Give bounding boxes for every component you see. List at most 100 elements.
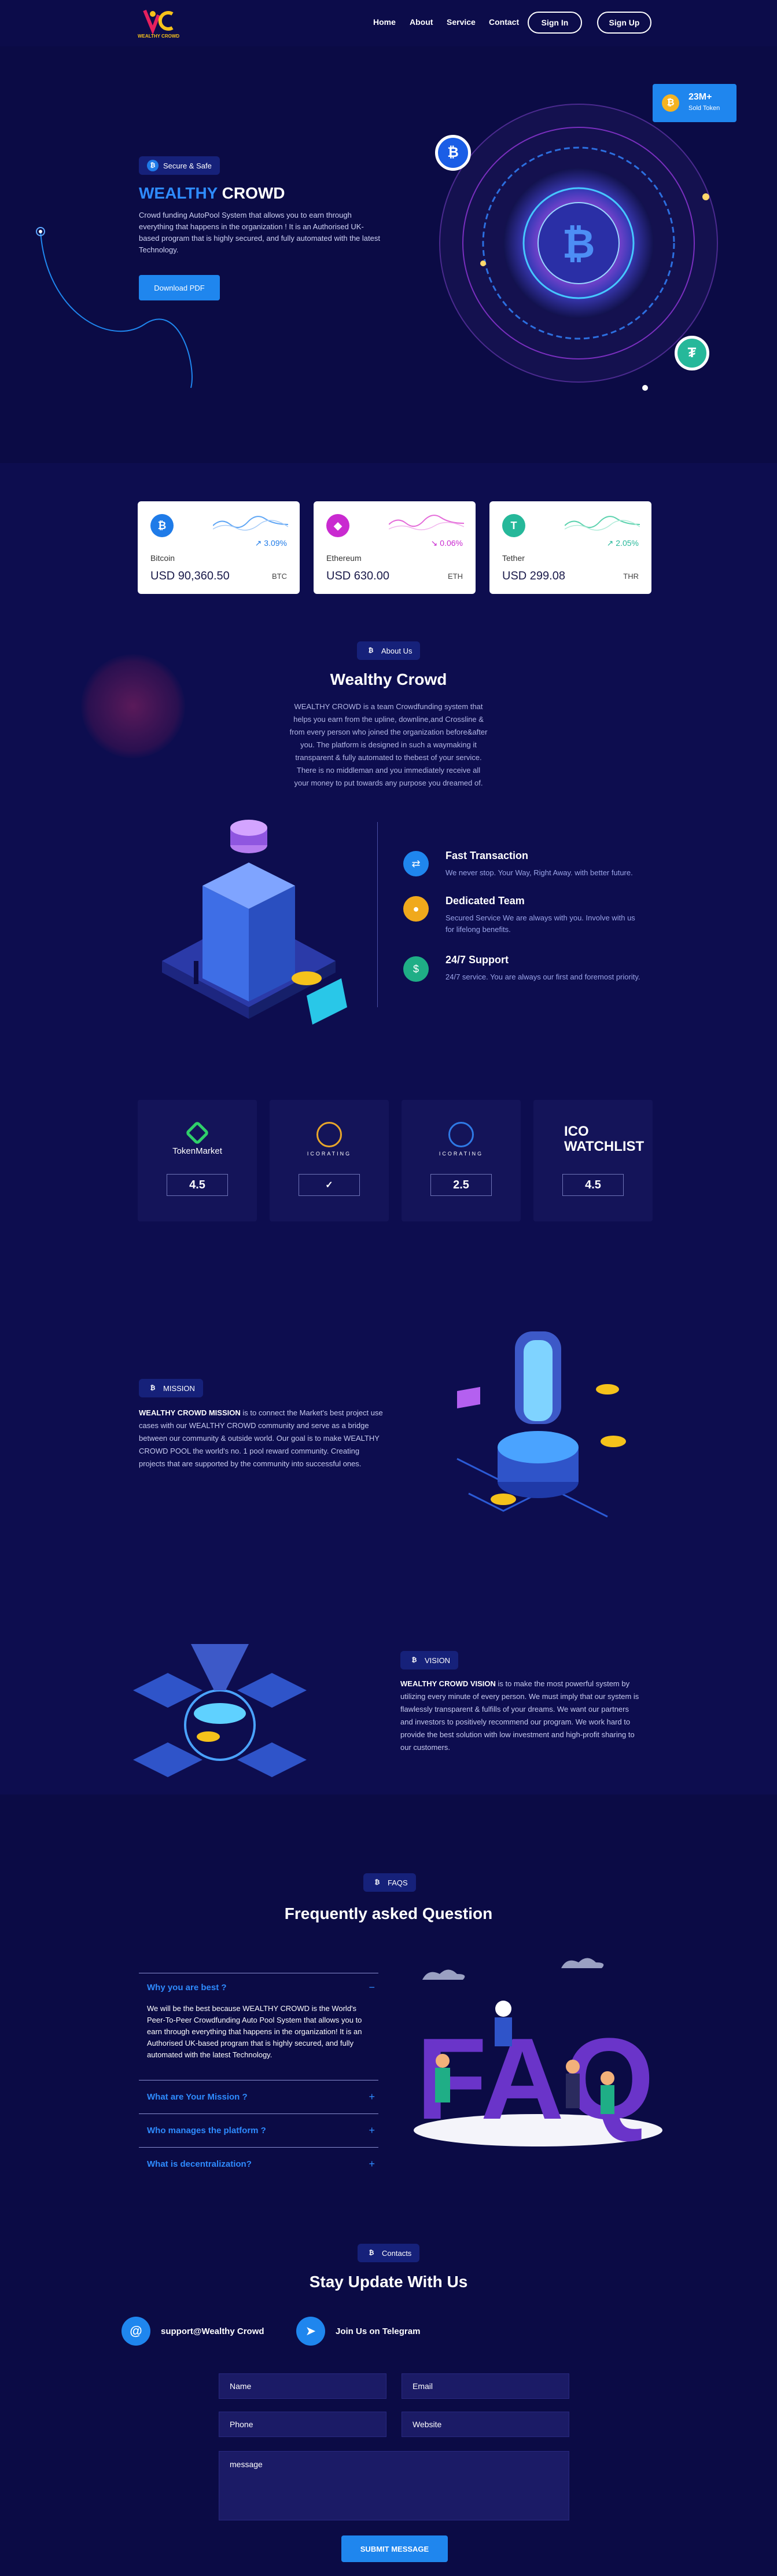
svg-text:FAQ: FAQ xyxy=(416,2014,654,2144)
feature-desc: We never stop. Your Way, Right Away. wit… xyxy=(445,868,633,877)
message-field[interactable] xyxy=(219,2451,569,2520)
tether-icon: T xyxy=(502,514,525,537)
feature-desc: Secured Service We are always with you. … xyxy=(445,913,635,934)
bitcoin-icon: ₿ xyxy=(150,514,174,537)
sparkline-chart xyxy=(565,516,640,531)
phone-field[interactable] xyxy=(219,2412,386,2437)
faq-title: Frequently asked Question xyxy=(284,1905,493,1922)
download-pdf-button[interactable]: Download PDF xyxy=(139,275,220,300)
bitcoin-icon: ₿ xyxy=(369,2250,374,2256)
feature-desc: 24/7 service. You are always our first a… xyxy=(445,973,640,981)
ticker-price: USD 630.00 xyxy=(326,570,389,582)
bitcoin-icon: ₿ xyxy=(411,1657,417,1664)
bitcoin-icon: ₿ xyxy=(662,94,679,112)
feature-title: Fast Transaction xyxy=(445,850,529,861)
vision-text: WEALTHY CROWD VISION is to make the most… xyxy=(400,1679,639,1752)
secure-badge: ₿ Secure & Safe xyxy=(139,156,220,175)
ticker-card-ethereum[interactable]: ◆ ↘ 0.06% Ethereum USD 630.00 ETH xyxy=(314,501,476,594)
hero-title: WEALTHY CROWD xyxy=(139,184,285,203)
ticker-name: Tether xyxy=(502,553,525,563)
about-glow-decoration xyxy=(81,654,185,758)
contact-title: Stay Update With Us xyxy=(309,2273,468,2291)
rating-card-icorating-2[interactable]: ICORATING 2.5 xyxy=(402,1100,521,1221)
bitcoin-icon: ₿ xyxy=(147,160,159,171)
mission-illustration xyxy=(456,1331,626,1518)
faq-pill: ₿ FAQS xyxy=(363,1873,416,1892)
tokenmarket-logo: TokenMarket xyxy=(138,1120,257,1156)
nav-service[interactable]: Service xyxy=(447,17,476,27)
telegram-contact[interactable]: ➤ Join Us on Telegram xyxy=(296,2317,420,2346)
features-divider xyxy=(377,822,378,1007)
ticker-price: USD 90,360.50 xyxy=(150,570,230,582)
ticker-card-bitcoin[interactable]: ₿ ↗ 3.09% Bitcoin USD 90,360.50 BTC xyxy=(138,501,300,594)
faq-item-3[interactable]: Who manages the platform ? + xyxy=(139,2114,378,2148)
feature-title: Dedicated Team xyxy=(445,895,525,907)
about-title: Wealthy Crowd xyxy=(330,670,447,688)
isometric-building-illustration xyxy=(162,820,347,1025)
rating-card-tokenmarket[interactable]: TokenMarket 4.5 xyxy=(138,1100,257,1221)
website-field[interactable] xyxy=(402,2412,569,2437)
rating-value: 4.5 xyxy=(167,1174,228,1196)
hero-description: Crowd funding AutoPool System that allow… xyxy=(139,211,380,254)
about-text: WEALTHY CROWD is a team Crowdfunding sys… xyxy=(289,702,488,787)
email-contact[interactable]: @ support@Wealthy Crowd xyxy=(121,2317,264,2346)
rating-value: 4.5 xyxy=(562,1174,624,1196)
nav-about[interactable]: About xyxy=(410,17,433,27)
ticker-price: USD 299.08 xyxy=(502,570,565,582)
nav-contact[interactable]: Contact xyxy=(489,17,519,27)
signin-button[interactable]: Sign In xyxy=(528,12,582,34)
hexagon-icon xyxy=(185,1120,210,1146)
signup-button[interactable]: Sign Up xyxy=(597,12,651,34)
email-address[interactable]: support@Wealthy Crowd xyxy=(161,2327,264,2336)
about-pill: ₿ About Us xyxy=(357,641,421,660)
faq-toggle-icon[interactable]: + xyxy=(369,2158,375,2170)
name-field[interactable] xyxy=(219,2373,386,2399)
mission-text: WEALTHY CROWD MISSION is to connect the … xyxy=(139,1408,383,1468)
tether-token-icon: ₮ xyxy=(675,336,709,370)
hero-title-rest: CROWD xyxy=(222,184,285,202)
at-sign-icon: @ xyxy=(121,2317,150,2346)
faq-illustration: FAQ xyxy=(414,1958,662,2146)
ticker-symbol: THR xyxy=(623,572,639,581)
feature-title: 24/7 Support xyxy=(445,954,509,966)
rating-value: ✓ xyxy=(299,1174,360,1196)
icorating-logo: ICORATING xyxy=(270,1122,389,1157)
ticker-symbol: BTC xyxy=(272,572,287,581)
icorating-logo: ICORATING xyxy=(402,1122,521,1157)
sold-token-value: 23M+ xyxy=(688,92,712,102)
contacts-pill: ₿ Contacts xyxy=(358,2244,420,2262)
icowatchlist-logo: ICO WATCHLIST xyxy=(564,1124,645,1154)
faq-toggle-icon[interactable]: + xyxy=(369,2091,375,2103)
submit-message-button[interactable]: SUBMIT MESSAGE xyxy=(341,2535,448,2562)
top-navbar: WEALTHY CROWD Home About Service Contact… xyxy=(0,0,777,46)
rating-value: 2.5 xyxy=(430,1174,492,1196)
rating-card-icowatchlist[interactable]: ICO WATCHLIST 4.5 xyxy=(533,1100,653,1221)
team-icon: ● xyxy=(403,896,429,922)
token-icon-blue: ₿ xyxy=(435,135,471,171)
faq-item-4[interactable]: What is decentralization? + xyxy=(139,2148,378,2181)
rating-card-icorating-1[interactable]: ICORATING ✓ xyxy=(270,1100,389,1221)
nav-home[interactable]: Home xyxy=(373,17,396,27)
vision-illustration xyxy=(133,1644,307,1777)
email-field[interactable] xyxy=(402,2373,569,2399)
ticker-name: Ethereum xyxy=(326,553,362,563)
faq-toggle-icon[interactable]: − xyxy=(369,1981,375,1994)
telegram-icon: ➤ xyxy=(296,2317,325,2346)
sold-token-label: Sold Token xyxy=(688,105,720,112)
ticker-name: Bitcoin xyxy=(150,553,175,563)
faq-question[interactable]: Who manages the platform ? xyxy=(147,2126,370,2135)
ticker-change: ↘ 0.06% xyxy=(430,538,463,548)
faq-question[interactable]: What is decentralization? xyxy=(147,2159,370,2169)
ticker-card-tether[interactable]: T ↗ 2.05% Tether USD 299.08 THR xyxy=(489,501,651,594)
faq-item-2[interactable]: What are Your Mission ? + xyxy=(139,2080,378,2114)
faq-toggle-icon[interactable]: + xyxy=(369,2124,375,2137)
hero-section: ₿ Secure & Safe WEALTHY CROWD Crowd fund… xyxy=(0,46,777,463)
ticker-change: ↗ 3.09% xyxy=(255,538,287,548)
faq-question[interactable]: What are Your Mission ? xyxy=(147,2092,370,2102)
faq-item-1[interactable]: Why you are best ? − We will be the best… xyxy=(139,1973,378,2080)
faq-question[interactable]: Why you are best ? xyxy=(147,1983,370,1992)
sold-token-badge: ₿ 23M+ Sold Token xyxy=(653,84,737,122)
support-icon: $ xyxy=(403,956,429,982)
sparkline-chart xyxy=(389,515,464,530)
telegram-label[interactable]: Join Us on Telegram xyxy=(336,2327,420,2336)
